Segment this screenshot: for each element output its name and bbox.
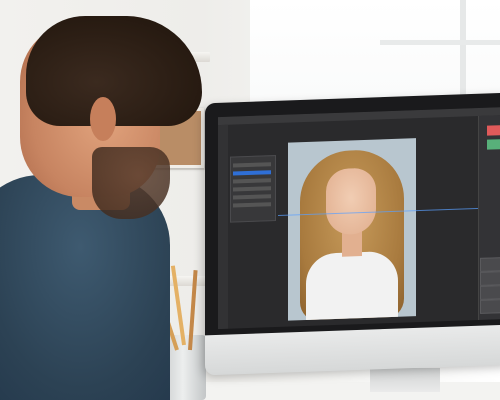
monitor-screen: [218, 106, 500, 330]
panel-row: [233, 202, 271, 208]
color-swatch: [487, 139, 500, 150]
panel-row: [233, 186, 271, 192]
panel-row: [233, 194, 271, 200]
layer-thumb: [480, 270, 500, 286]
portrait-face: [326, 167, 376, 236]
color-swatch: [487, 125, 500, 136]
person-head: [20, 16, 202, 219]
portrait-shirt: [306, 250, 398, 321]
tools-panel: [218, 124, 228, 330]
layer-thumb: [480, 284, 500, 300]
panel-row-selected: [233, 170, 271, 176]
photo-scene: [0, 0, 500, 400]
image-canvas: [288, 138, 416, 321]
options-panel: [230, 155, 276, 223]
monitor-stand: [370, 368, 440, 392]
layer-thumb: [480, 256, 500, 272]
panel-row: [233, 178, 271, 184]
person-ear: [90, 97, 116, 141]
layer-thumb: [480, 298, 500, 314]
window-frame: [380, 40, 500, 45]
panel-row: [233, 162, 271, 168]
